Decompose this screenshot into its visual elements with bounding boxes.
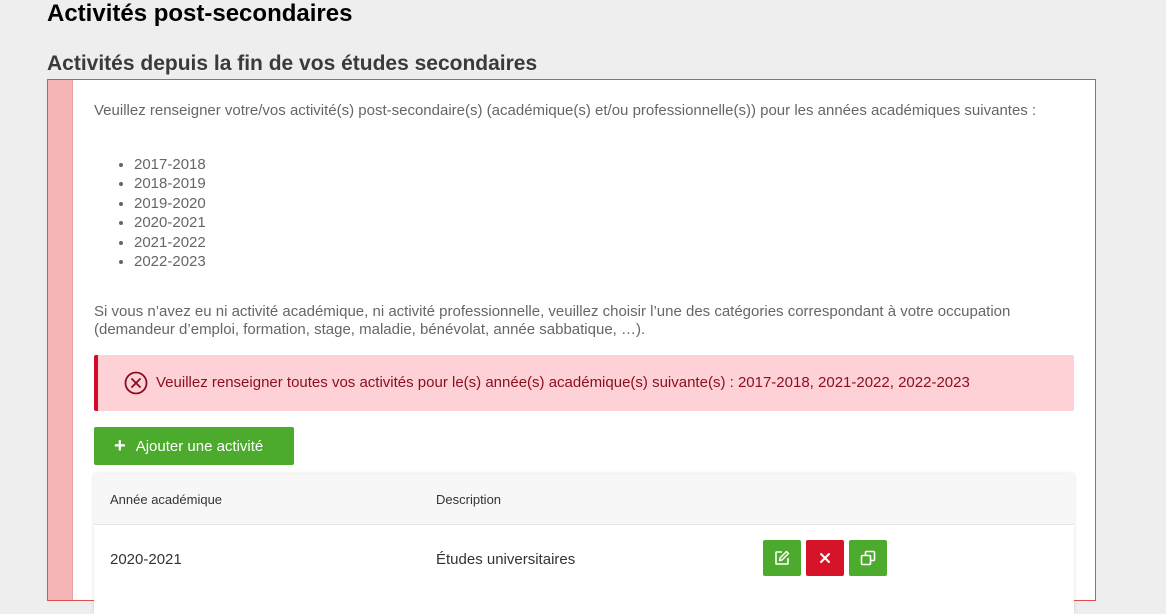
page-title: Activités post-secondaires — [47, 0, 353, 27]
cell-description: Études universitaires — [436, 551, 576, 568]
add-activity-button[interactable]: + Ajouter une activité — [94, 427, 294, 465]
list-item: 2021-2022 — [134, 233, 206, 252]
occupation-note: Si vous n’avez eu ni activité académique… — [94, 303, 1011, 338]
panel-error-sidebar — [48, 80, 73, 600]
error-circle-icon — [124, 371, 148, 395]
alert-message: Veuillez renseigner toutes vos activités… — [156, 374, 970, 391]
list-item: 2019-2020 — [134, 194, 206, 213]
intro-text: Veuillez renseigner votre/vos activité(s… — [94, 102, 1037, 119]
duplicate-icon — [860, 550, 876, 566]
column-header-description: Description — [436, 492, 502, 507]
add-activity-label: Ajouter une activité — [135, 437, 264, 455]
cell-year: 2020-2021 — [110, 551, 182, 568]
duplicate-button[interactable] — [849, 540, 887, 576]
list-item: 2018-2019 — [134, 174, 206, 193]
list-item: 2020-2021 — [134, 213, 206, 232]
edit-icon — [775, 550, 790, 565]
column-header-year: Année académique — [110, 492, 223, 507]
years-list: 2017-2018 2018-2019 2019-2020 2020-2021 … — [112, 155, 206, 271]
activities-table: Année académique Description 2020-2021 É… — [94, 474, 1074, 614]
plus-icon: + — [114, 435, 126, 457]
section-title: Activités depuis la fin de vos études se… — [47, 52, 538, 75]
edit-button[interactable] — [763, 540, 801, 576]
error-alert: Veuillez renseigner toutes vos activités… — [94, 355, 1074, 411]
table-row: 2020-2021 Études universitaires — [94, 525, 1074, 605]
list-item: 2017-2018 — [134, 155, 206, 174]
delete-icon — [820, 553, 830, 563]
list-item: 2022-2023 — [134, 252, 206, 271]
table-header: Année académique Description — [94, 474, 1074, 525]
delete-button[interactable] — [806, 540, 844, 576]
activities-panel: Veuillez renseigner votre/vos activité(s… — [47, 79, 1096, 614]
